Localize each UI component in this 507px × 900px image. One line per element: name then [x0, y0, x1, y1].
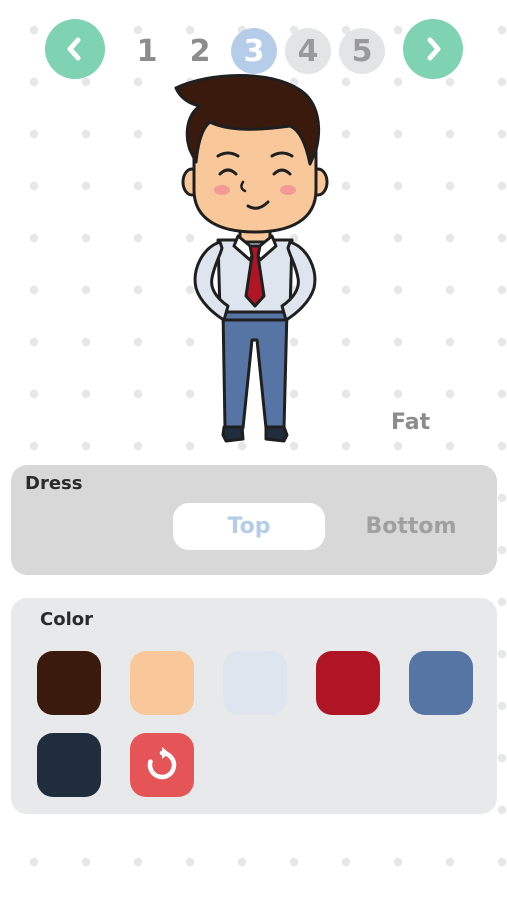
- color-swatch-navy[interactable]: [37, 733, 101, 797]
- color-swatch-dark-brown[interactable]: [37, 651, 101, 715]
- reset-icon: [147, 747, 177, 780]
- step-3-current[interactable]: 3: [231, 28, 277, 74]
- step-2[interactable]: 2: [177, 28, 223, 74]
- tab-top[interactable]: Top: [173, 503, 325, 550]
- color-title: Color: [40, 609, 93, 630]
- tab-bottom[interactable]: Bottom: [335, 503, 487, 550]
- step-4[interactable]: 4: [285, 28, 331, 74]
- prev-button[interactable]: [45, 19, 105, 79]
- color-panel: Color: [11, 598, 497, 814]
- dress-panel: Dress Top Bottom: [11, 465, 497, 575]
- color-swatch-blue[interactable]: [409, 651, 473, 715]
- character: [174, 74, 329, 443]
- next-button[interactable]: [403, 19, 463, 79]
- color-swatch-light-blue[interactable]: [223, 651, 287, 715]
- chevron-right-icon: [427, 37, 441, 61]
- dress-title: Dress: [25, 473, 83, 494]
- color-swatch-red[interactable]: [316, 651, 380, 715]
- reset-color-button[interactable]: [130, 733, 194, 797]
- color-swatch-peach[interactable]: [130, 651, 194, 715]
- chevron-left-icon: [67, 37, 81, 61]
- step-1[interactable]: 1: [124, 28, 170, 74]
- step-5[interactable]: 5: [339, 28, 385, 74]
- body-type-label[interactable]: Fat: [391, 410, 430, 435]
